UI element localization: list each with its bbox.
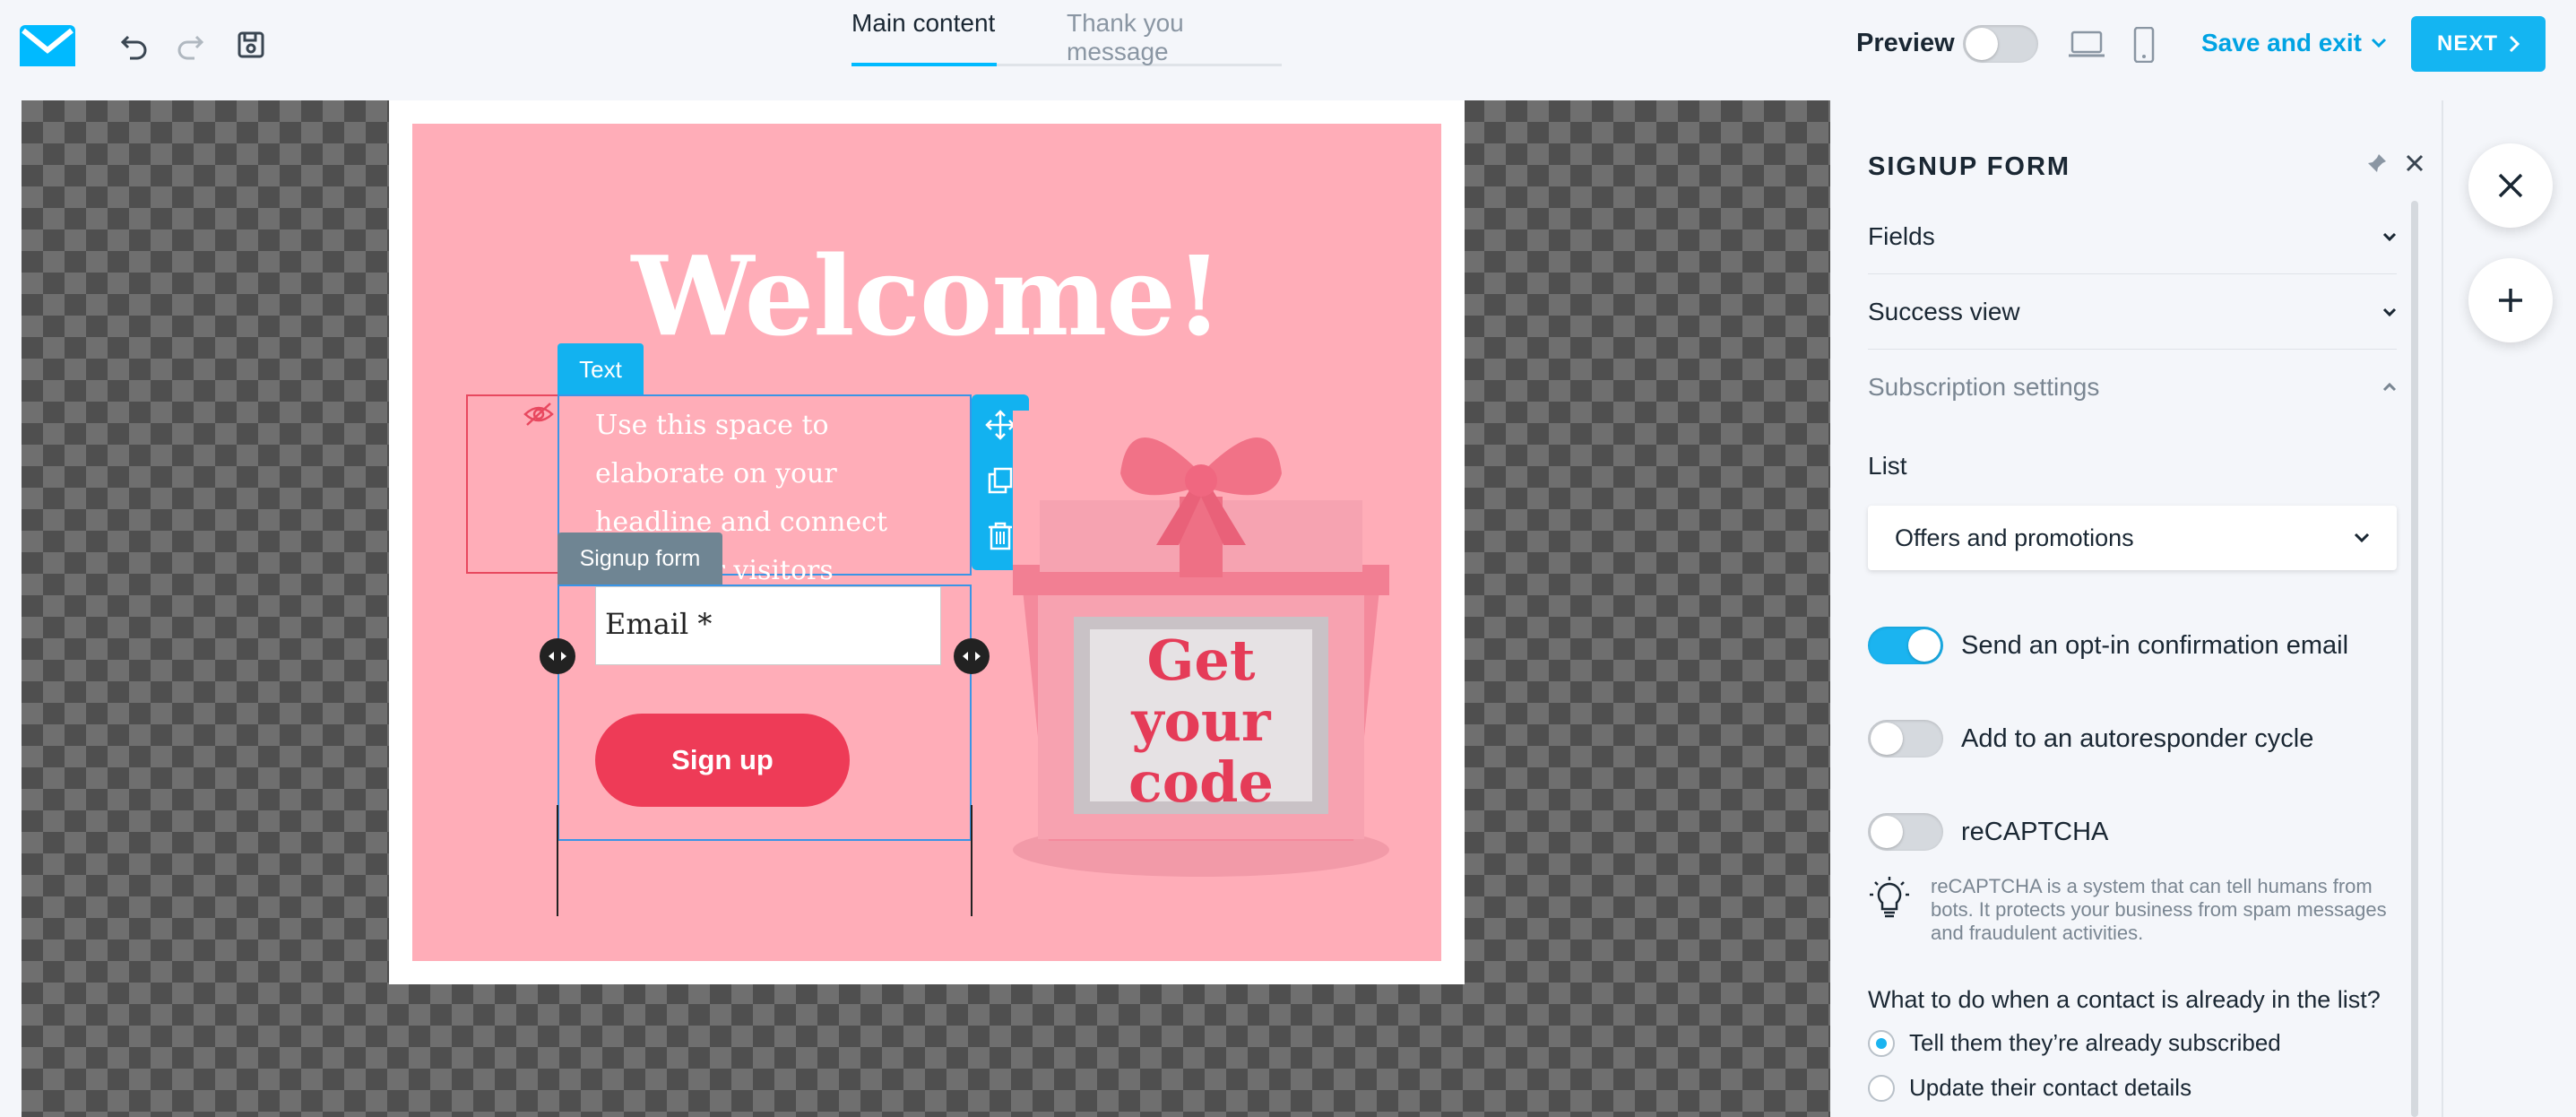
top-bar: Main content Thank you message Preview S…	[0, 0, 2576, 99]
close-panel-icon[interactable]	[2404, 152, 2425, 174]
radio-already-subscribed-label: Tell them they’re already subscribed	[1909, 1029, 2281, 1056]
radio-update-details-label: Update their contact details	[1909, 1074, 2192, 1101]
panel-scrollbar[interactable]	[2411, 201, 2418, 1117]
accordion-fields-label: Fields	[1868, 221, 1935, 250]
recaptcha-toggle[interactable]	[1868, 813, 1943, 851]
chevron-right-icon	[2509, 35, 2520, 53]
add-element-button[interactable]	[2468, 258, 2553, 342]
popup-headline[interactable]: Welcome!	[412, 231, 1441, 360]
undo-icon[interactable]	[117, 27, 152, 63]
move-icon[interactable]	[984, 409, 1016, 441]
optin-label: Send an opt-in confirmation email	[1961, 630, 2349, 660]
chevron-up-icon	[2382, 383, 2397, 392]
gift-text-line-1: Get	[1146, 628, 1255, 693]
toggle-row-autoresponder: Add to an autoresponder cycle	[1868, 717, 2406, 760]
signup-form-tag[interactable]: Signup form	[558, 533, 722, 584]
redo-icon[interactable]	[172, 27, 208, 63]
hidden-element-box[interactable]	[466, 394, 559, 574]
active-tab-indicator	[851, 63, 997, 66]
chevron-down-icon	[2371, 38, 2387, 48]
email-field[interactable]: Email *	[595, 586, 941, 665]
radio-already-subscribed[interactable]: Tell them they’re already subscribed	[1868, 1029, 2281, 1057]
content-tabs: Main content Thank you message	[851, 0, 1282, 66]
gift-text-line-2: your	[1130, 688, 1271, 754]
save-and-exit-button[interactable]: Save and exit	[2201, 29, 2387, 57]
guide-line-right	[971, 805, 972, 916]
resize-handle-left[interactable]	[540, 638, 575, 674]
toggle-row-optin: Send an opt-in confirmation email	[1868, 624, 2406, 667]
tab-main-content[interactable]: Main content	[851, 9, 995, 38]
optin-toggle[interactable]	[1868, 627, 1943, 664]
popup-frame: Welcome! Text Use this space to elaborat…	[389, 100, 1465, 984]
accordion-subscription-settings[interactable]: Subscription settings	[1868, 350, 2397, 425]
save-and-exit-label: Save and exit	[2201, 29, 2362, 56]
next-label: NEXT	[2436, 31, 2498, 56]
list-select-value: Offers and promotions	[1895, 524, 2134, 551]
delete-icon[interactable]	[984, 520, 1016, 552]
duplicate-contact-question: What to do when a contact is already in …	[1868, 986, 2381, 1013]
resize-handle-right[interactable]	[954, 638, 990, 674]
preview-toggle[interactable]	[1963, 25, 2038, 63]
desktop-icon[interactable]	[2069, 27, 2105, 63]
guide-line-left	[557, 805, 558, 916]
accordion-success-view[interactable]: Success view	[1868, 274, 2397, 350]
chevron-down-icon	[2354, 533, 2370, 543]
next-button[interactable]: NEXT	[2411, 16, 2546, 72]
chevron-down-icon	[2382, 307, 2397, 316]
pin-icon[interactable]	[2366, 152, 2388, 174]
eye-off-icon[interactable]	[523, 402, 554, 427]
recaptcha-hint: reCAPTCHA is a system that can tell huma…	[1868, 875, 2406, 945]
autoresponder-label: Add to an autoresponder cycle	[1961, 723, 2314, 753]
signup-form-block[interactable]: Email * Sign up	[558, 584, 972, 841]
radio-button-checked[interactable]	[1868, 1029, 1895, 1057]
accordion-subscription-settings-label: Subscription settings	[1868, 373, 2100, 401]
save-icon[interactable]	[233, 27, 269, 63]
panel-title: SIGNUP FORM	[1868, 152, 2071, 181]
list-select[interactable]: Offers and promotions	[1868, 506, 2397, 570]
side-actions	[2442, 100, 2576, 1117]
sign-up-button[interactable]: Sign up	[595, 714, 850, 807]
radio-update-details[interactable]: Update their contact details	[1868, 1074, 2191, 1102]
plus-icon	[2499, 289, 2522, 312]
recaptcha-hint-text: reCAPTCHA is a system that can tell huma…	[1931, 875, 2387, 944]
accordion-fields[interactable]: Fields	[1868, 199, 2397, 274]
lightbulb-icon	[1870, 877, 1909, 918]
close-icon	[2498, 173, 2523, 198]
close-button[interactable]	[2468, 143, 2553, 228]
logo-envelope-icon[interactable]	[20, 25, 75, 66]
mobile-icon[interactable]	[2126, 27, 2162, 63]
autoresponder-toggle[interactable]	[1868, 720, 1943, 758]
list-label: List	[1868, 452, 1907, 480]
duplicate-icon[interactable]	[984, 464, 1016, 497]
gift-text-line-3: code	[1128, 749, 1274, 815]
toggle-row-recaptcha: reCAPTCHA	[1868, 810, 2406, 853]
accordion-success-view-label: Success view	[1868, 297, 2020, 325]
gift-box-image[interactable]: Get your code	[1013, 411, 1389, 877]
radio-button[interactable]	[1868, 1074, 1895, 1102]
preview-label: Preview	[1856, 29, 1955, 57]
popup-content[interactable]: Welcome! Text Use this space to elaborat…	[412, 124, 1441, 961]
settings-panel: SIGNUP FORM Fields Success view Subscrip…	[1830, 100, 2442, 1117]
recaptcha-label: reCAPTCHA	[1961, 817, 2109, 846]
text-block-tag[interactable]: Text	[558, 343, 644, 395]
editor-canvas[interactable]: Welcome! Text Use this space to elaborat…	[22, 100, 1830, 1117]
chevron-down-icon	[2382, 232, 2397, 241]
tab-thank-you-message[interactable]: Thank you message	[1067, 9, 1282, 66]
